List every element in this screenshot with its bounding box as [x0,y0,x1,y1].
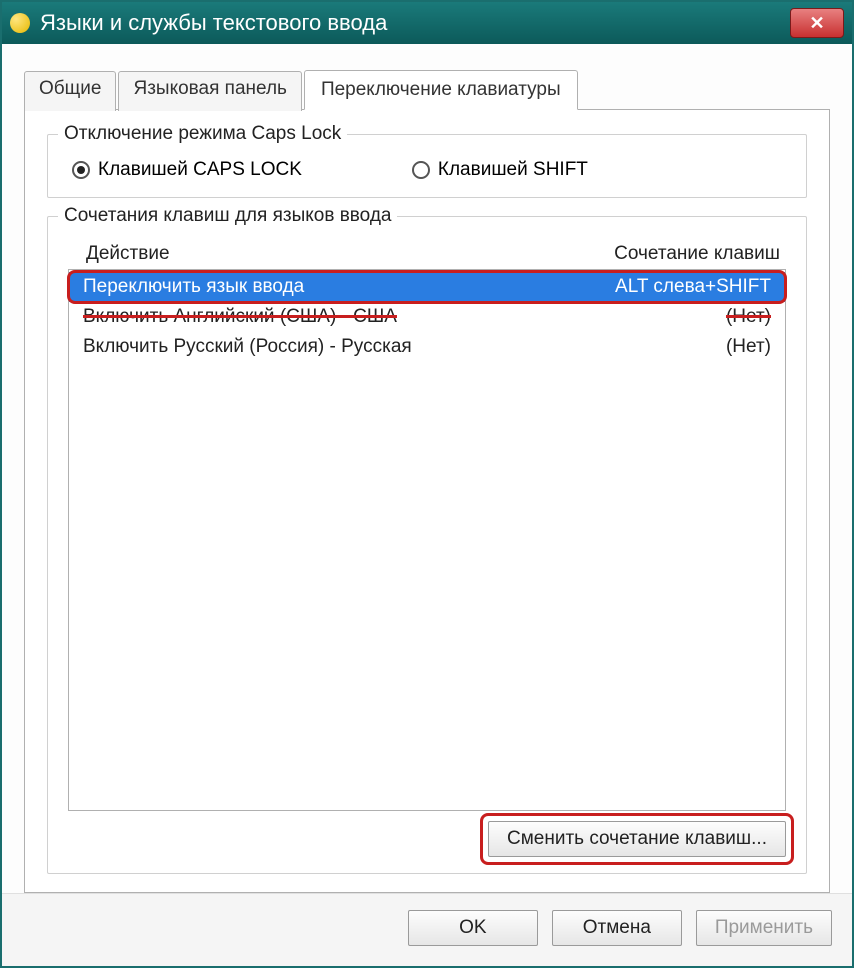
tab-area: Общие Языковая панель Переключение клави… [2,44,852,893]
row-action: Переключить язык ввода [83,276,304,298]
apply-button[interactable]: Применить [696,910,832,946]
list-row[interactable]: Переключить язык ввода ALT слева+SHIFT [69,272,785,302]
ok-button[interactable]: OK [408,910,538,946]
client-area: Общие Языковая панель Переключение клави… [2,44,852,966]
header-action: Действие [86,243,170,265]
dialog-footer: OK Отмена Применить [2,893,852,966]
app-icon [10,13,30,33]
dialog-window: Языки и службы текстового ввода ✕ Общие … [0,0,854,968]
list-headers: Действие Сочетание клавиш [86,243,780,265]
radio-capslock-key[interactable]: Клавишей CAPS LOCK [72,159,302,181]
tab-keyboard-switch[interactable]: Переключение клавиатуры [304,70,578,110]
capslock-groupbox: Отключение режима Caps Lock Клавишей CAP… [47,134,807,198]
close-icon: ✕ [809,13,824,34]
radio-icon [72,161,90,179]
list-row[interactable]: Включить Английский (США) - США (Нет) [69,302,785,332]
capslock-radio-row: Клавишей CAPS LOCK Клавишей SHIFT [72,159,790,181]
row-action: Включить Английский (США) - США [83,306,397,328]
tab-strip: Общие Языковая панель Переключение клави… [24,70,830,110]
list-row[interactable]: Включить Русский (Россия) - Русская (Нет… [69,332,785,362]
cancel-button[interactable]: Отмена [552,910,682,946]
row-shortcut: (Нет) [726,336,771,358]
row-shortcut: ALT слева+SHIFT [615,276,771,298]
window-title: Языки и службы текстового ввода [40,10,790,36]
row-action: Включить Русский (Россия) - Русская [83,336,412,358]
change-button-wrap: Сменить сочетание клавиш... [488,821,786,857]
radio-icon [412,161,430,179]
hotkeys-legend: Сочетания клавиш для языков ввода [58,205,397,227]
close-button[interactable]: ✕ [790,8,844,38]
tab-panel-keyboard-switch: Отключение режима Caps Lock Клавишей CAP… [24,109,830,893]
titlebar: Языки и службы текстового ввода ✕ [2,2,852,44]
hotkeys-groupbox: Сочетания клавиш для языков ввода Действ… [47,216,807,874]
radio-shift-key[interactable]: Клавишей SHIFT [412,159,588,181]
hotkey-list[interactable]: Переключить язык ввода ALT слева+SHIFT В… [68,269,786,811]
radio-label: Клавишей CAPS LOCK [98,159,302,181]
row-shortcut: (Нет) [726,306,771,328]
tab-general[interactable]: Общие [24,71,116,111]
highlighted-row-wrap: Переключить язык ввода ALT слева+SHIFT [69,272,785,302]
radio-label: Клавишей SHIFT [438,159,588,181]
change-hotkey-button[interactable]: Сменить сочетание клавиш... [488,821,786,857]
header-shortcut: Сочетание клавиш [614,243,780,265]
tab-language-bar[interactable]: Языковая панель [118,71,301,111]
capslock-legend: Отключение режима Caps Lock [58,123,347,145]
